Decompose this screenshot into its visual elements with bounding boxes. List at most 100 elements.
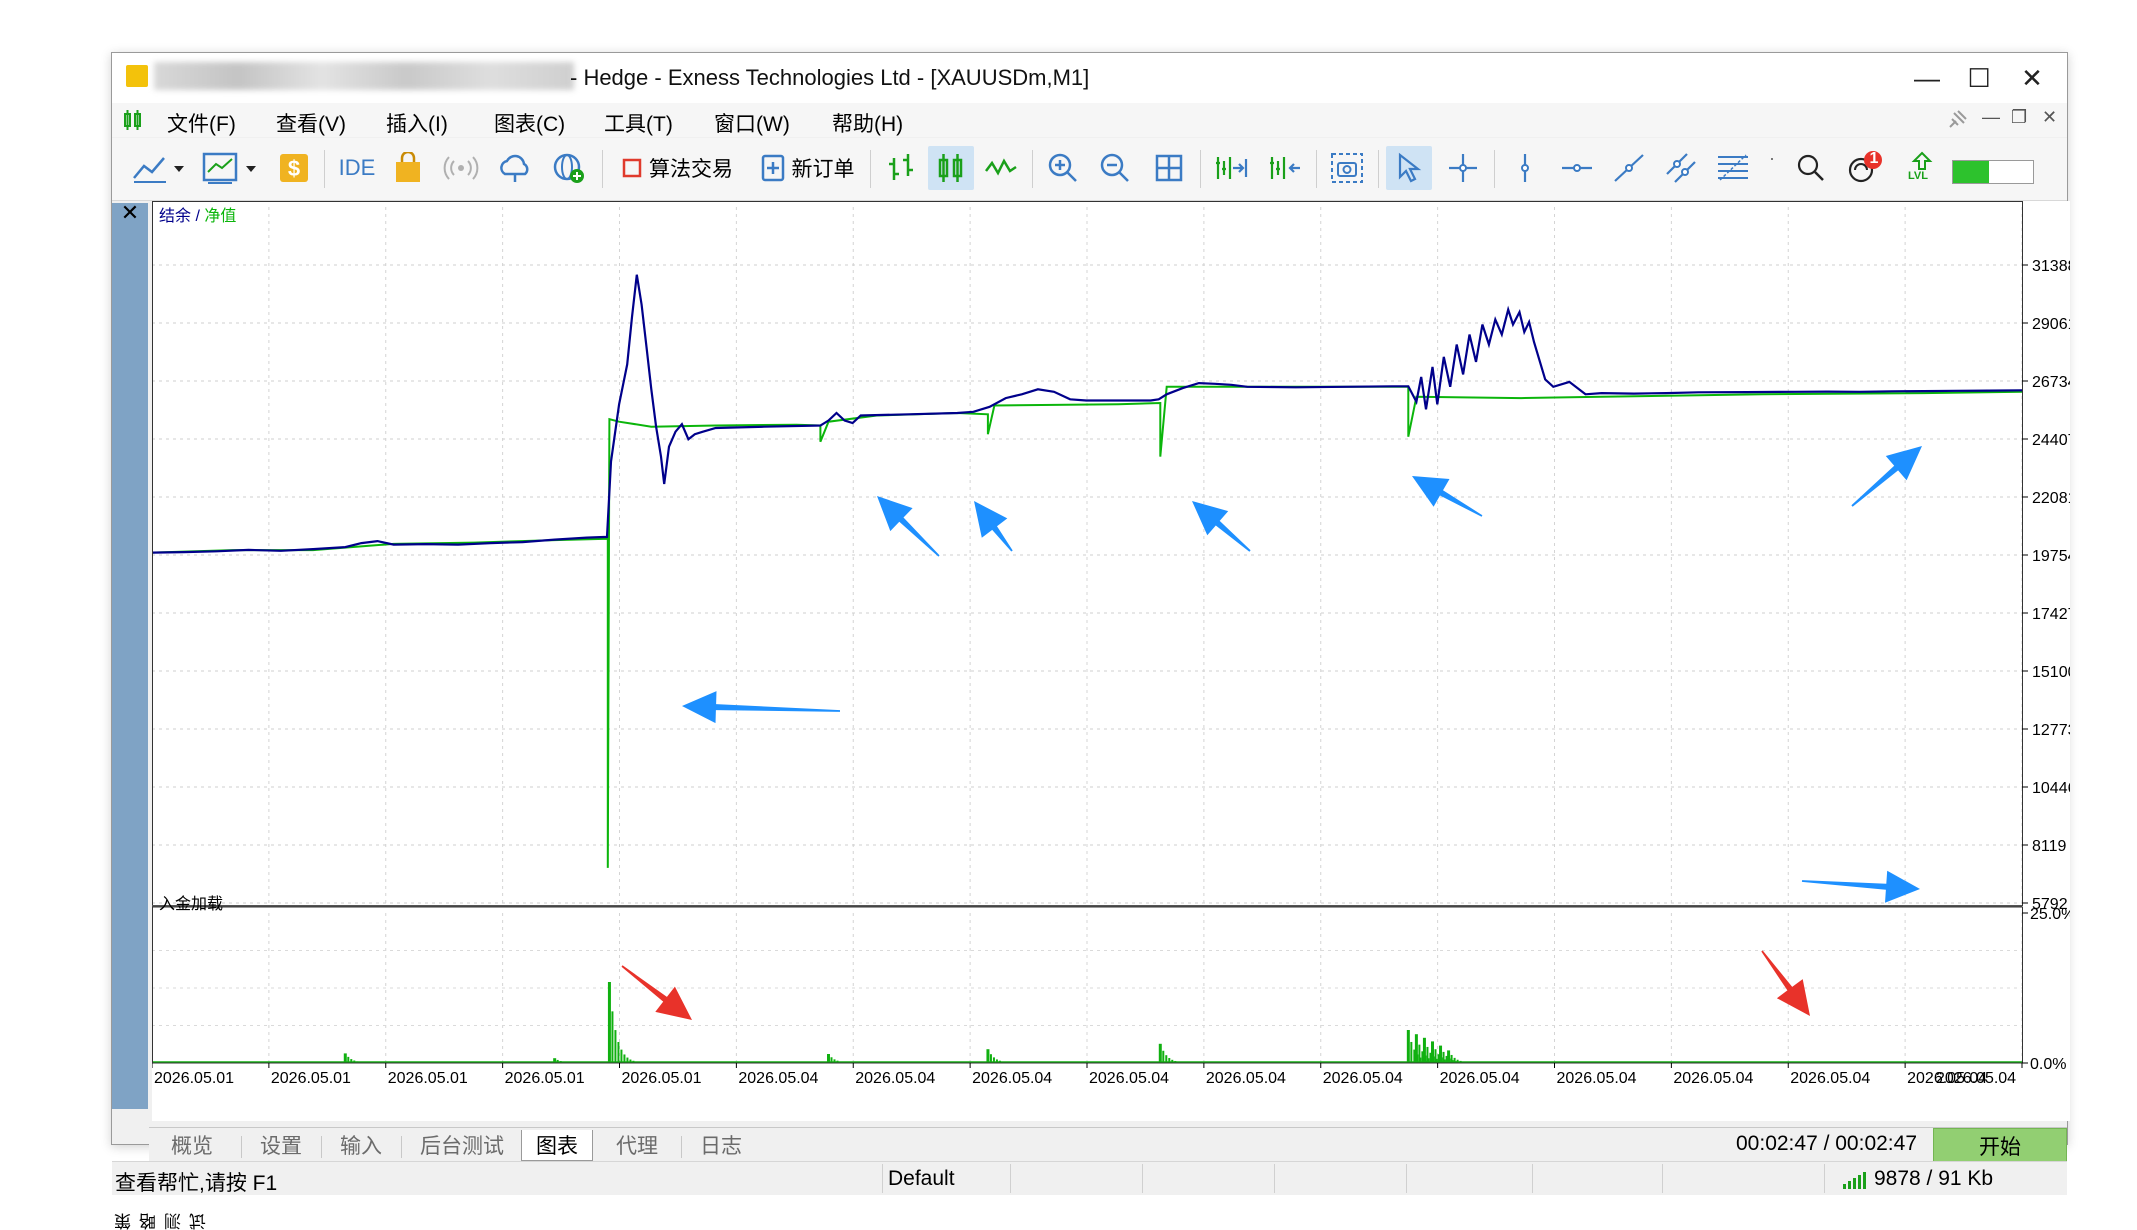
ohlc-bars-icon	[889, 154, 913, 180]
ide-button[interactable]: IDE	[334, 146, 380, 190]
algo-trading-button[interactable]: 算法交易	[612, 146, 742, 190]
status-separator	[882, 1164, 883, 1193]
menu-view[interactable]: 查看(V)	[276, 108, 346, 138]
add-network-button[interactable]	[546, 146, 592, 190]
crosshair-tool-button[interactable]	[1440, 146, 1486, 190]
mdi-restore-icon[interactable]: ❐	[2011, 107, 2027, 128]
tab-overview[interactable]: 概览	[157, 1130, 227, 1160]
autoscroll-button[interactable]	[1262, 146, 1308, 190]
notification-badge: 1	[1869, 150, 1879, 167]
search-button[interactable]	[1788, 146, 1834, 190]
signals-button[interactable]	[438, 146, 484, 190]
ide-label: IDE	[338, 155, 376, 180]
tab-graph[interactable]: 图表	[521, 1130, 593, 1161]
x-axis: 2026.05.01 2026.05.01 2026.05.01 2026.05.01…	[152, 1063, 2023, 1087]
sub-y-tick-label: 0.0%	[2030, 1056, 2066, 1073]
start-button[interactable]: 开始	[1933, 1128, 2067, 1164]
legend-separator: /	[191, 208, 204, 225]
zoom-out-button[interactable]	[1092, 146, 1138, 190]
tab-separator	[321, 1136, 322, 1158]
x-tick-label: 2026.05.04	[1936, 1070, 2016, 1087]
menu-file[interactable]: 文件(F)	[167, 108, 236, 138]
status-bar: 查看帮忙,请按 F1 Default 9878 / 91 Kb	[112, 1161, 2067, 1195]
vertical-line-tool-button[interactable]	[1502, 146, 1548, 190]
account-name-blurred	[154, 62, 574, 90]
crosshair-icon	[1449, 154, 1477, 182]
candlestick-icon	[938, 154, 963, 182]
x-tick-label: 2026.05.01	[388, 1070, 468, 1087]
tester-tabs: 概览 设置 输入 后台测试 图表 代理 日志 00:02:47 / 00:02:…	[149, 1127, 2067, 1164]
status-separator	[1274, 1164, 1275, 1193]
fibonacci-tool-button[interactable]	[1710, 146, 1756, 190]
blue-arrow-up-left	[1192, 501, 1251, 552]
screenshot-button[interactable]	[1324, 146, 1370, 190]
profiles-dropdown[interactable]	[200, 146, 264, 190]
tile-windows-button[interactable]	[1146, 146, 1192, 190]
x-tick-label: 2026.05.04	[1206, 1070, 1286, 1087]
lvl-button[interactable]: LVL	[1902, 146, 1942, 190]
market-bag-button[interactable]	[388, 146, 428, 190]
chart-shift-button[interactable]	[1208, 146, 1254, 190]
zoom-in-button[interactable]	[1040, 146, 1086, 190]
new-chart-dropdown[interactable]	[130, 146, 190, 190]
fibonacci-lines-icon	[1718, 154, 1748, 181]
status-separator	[1824, 1164, 1825, 1193]
notifications-button[interactable]: 1	[1840, 146, 1890, 190]
x-tick-label: 2026.05.01	[505, 1070, 585, 1087]
channel-tool-button[interactable]	[1658, 146, 1704, 190]
toolbar-separator	[1378, 150, 1379, 188]
menu-charts[interactable]: 图表(C)	[494, 108, 565, 138]
legend-balance: 结余	[159, 206, 191, 225]
autoscroll-icon	[1270, 157, 1300, 179]
mdi-close-icon[interactable]: ✕	[2042, 107, 2057, 128]
zoom-in-icon	[1048, 153, 1077, 182]
line-chart-icon	[133, 157, 184, 183]
horizontal-line-tool-button[interactable]	[1554, 146, 1600, 190]
menu-insert[interactable]: 插入(I)	[386, 108, 448, 138]
trendline-tool-button[interactable]	[1606, 146, 1652, 190]
cloud-icon	[500, 154, 529, 182]
tab-settings[interactable]: 设置	[246, 1130, 316, 1160]
menu-tools[interactable]: 工具(T)	[604, 108, 673, 138]
blue-arrow-up-left	[974, 501, 1013, 552]
status-traffic: 9878 / 91 Kb	[1874, 1167, 1994, 1190]
status-profile[interactable]: Default	[888, 1167, 955, 1191]
equity-chart: 31388 29061 26734 24407 22081 19754 17427 15100…	[152, 201, 2070, 1087]
tab-journal[interactable]: 日志	[686, 1130, 756, 1160]
close-panel-icon[interactable]: ✕	[118, 201, 142, 225]
y-tick-label: 12773	[2032, 722, 2070, 739]
tab-agents[interactable]: 代理	[602, 1130, 672, 1160]
red-arrow-down-right	[621, 965, 692, 1020]
new-order-icon	[761, 154, 784, 182]
candlestick-mode-button[interactable]	[928, 146, 974, 190]
more-tools-dot[interactable]: ·	[1762, 146, 1782, 190]
menu-help[interactable]: 帮助(H)	[832, 108, 903, 138]
blue-arrow-up-left	[1412, 476, 1483, 517]
connection-meter-fill	[1953, 161, 1989, 183]
x-tick-label: 2026.05.04	[972, 1070, 1052, 1087]
bar-chart-mode-button[interactable]	[878, 146, 924, 190]
line-wave-icon	[985, 158, 1017, 176]
menu-window[interactable]: 窗口(W)	[714, 108, 790, 138]
tab-backtest[interactable]: 后台测试	[406, 1130, 518, 1160]
pin-icon[interactable]	[1946, 109, 1968, 131]
strategy-tester-sidebar: 策略测试	[112, 203, 209, 1230]
close-button[interactable]: ✕	[2000, 53, 2064, 103]
cursor-arrow-icon	[1398, 152, 1422, 183]
y-tick-label: 10446	[2032, 780, 2070, 797]
x-tick-label: 2026.05.04	[855, 1070, 935, 1087]
y-tick-label: 8119	[2032, 838, 2067, 855]
mdi-minimize-icon[interactable]: —	[1982, 107, 2000, 128]
market-button[interactable]: $	[274, 146, 314, 190]
blue-arrow-right	[1801, 870, 1920, 903]
vps-button[interactable]	[492, 146, 538, 190]
main-window: - Hedge - Exness Technologies Ltd - [XAU…	[111, 52, 2070, 1230]
line-chart-mode-button[interactable]	[978, 146, 1024, 190]
new-order-label: 新订单	[791, 158, 855, 181]
tab-inputs[interactable]: 输入	[326, 1130, 396, 1160]
new-order-button[interactable]: 新订单	[752, 146, 862, 190]
svg-text:$: $	[288, 156, 300, 181]
cursor-tool-button[interactable]	[1386, 146, 1432, 190]
chart-area[interactable]: 31388 29061 26734 24407 22081 19754 17427 15100…	[152, 201, 2070, 1121]
status-separator	[1010, 1164, 1011, 1193]
